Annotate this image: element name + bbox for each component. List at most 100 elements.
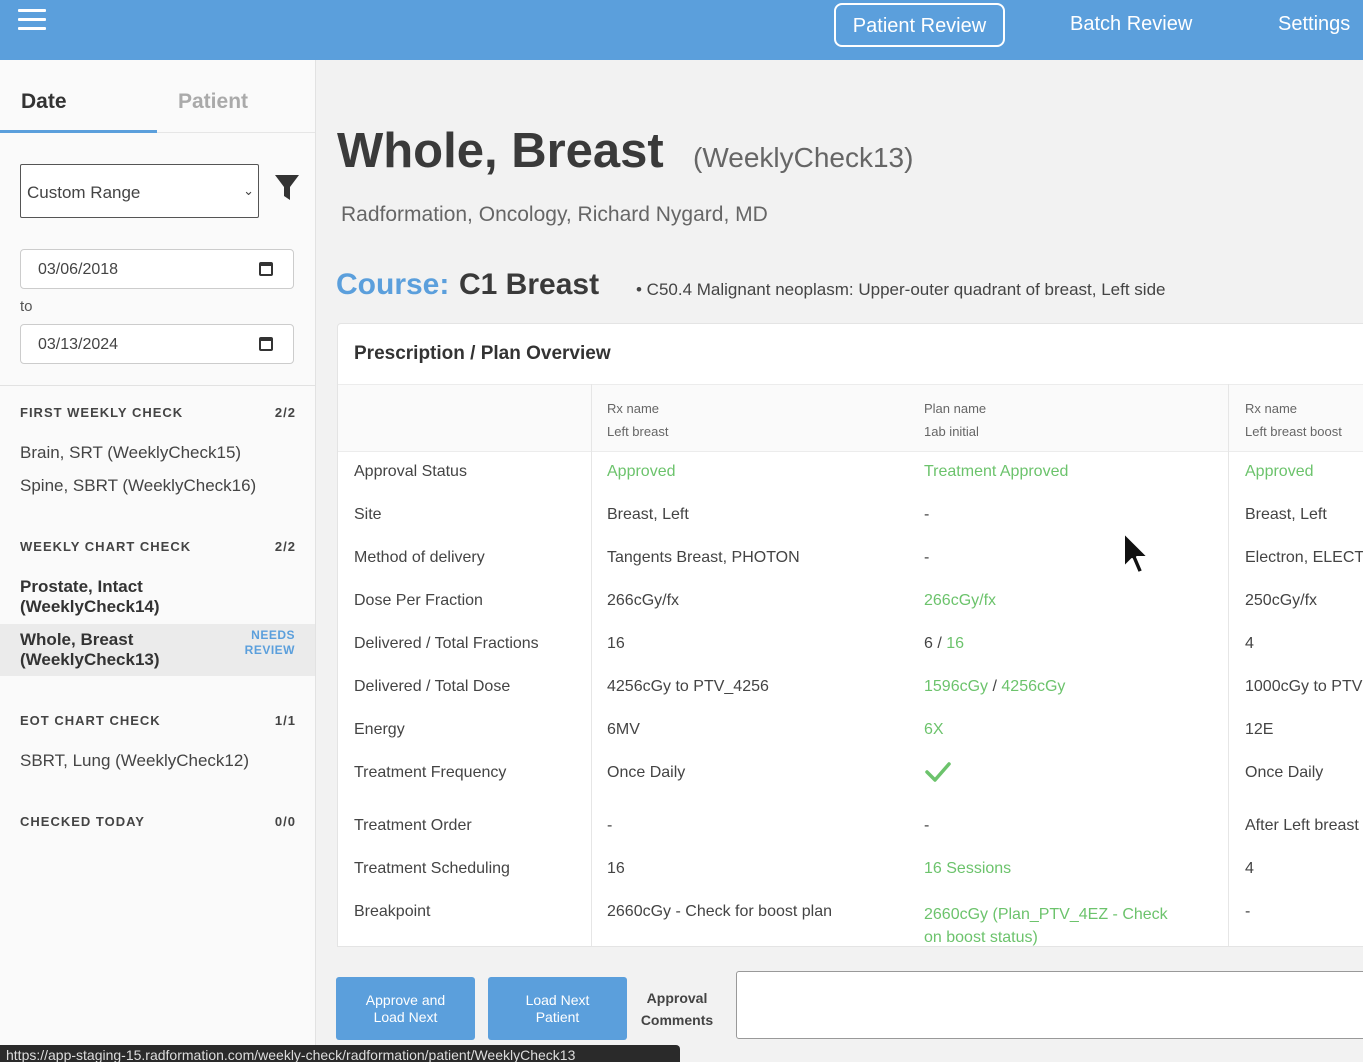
active-tab-indicator xyxy=(0,130,157,133)
table-cell: Approved xyxy=(607,463,676,480)
table-cell: - xyxy=(924,506,930,523)
needs-review-badge: NEEDS REVIEW xyxy=(244,628,295,657)
card-title: Prescription / Plan Overview xyxy=(354,343,611,364)
course-name: C1 Breast xyxy=(459,268,600,301)
row-label: Treatment Order xyxy=(354,817,472,834)
list-item[interactable]: SBRT, Lung (WeeklyCheck12) xyxy=(20,751,249,771)
row-label: Dose Per Fraction xyxy=(354,592,483,609)
approve-and-load-next-button[interactable]: Approve and Load Next xyxy=(336,977,475,1040)
column-header-line: Left breast xyxy=(607,424,669,439)
cell-separator: / xyxy=(988,678,1002,695)
table-cell: 2660cGy - Check for boost plan xyxy=(607,903,833,920)
table-cell: 16 Sessions xyxy=(924,860,1012,877)
date-from-input[interactable]: 03/06/2018 xyxy=(20,249,294,289)
column-header-line: Rx name xyxy=(1245,401,1298,416)
range-select[interactable]: Custom Range ⌄ xyxy=(20,164,259,218)
column-divider xyxy=(1228,384,1229,946)
group-title: CHECKED TODAY xyxy=(20,814,145,829)
table-cell: 16 xyxy=(607,860,625,877)
cell-separator: / xyxy=(932,635,947,652)
table-cell: 250cGy/fx xyxy=(1245,592,1318,609)
row-label: Treatment Frequency xyxy=(354,764,507,781)
table-cell: Approved xyxy=(1245,463,1314,480)
row-label: Site xyxy=(354,506,382,523)
column-header: Rx name Left breast xyxy=(607,397,668,443)
table-cell: - xyxy=(607,817,613,834)
table-cell: 6MV xyxy=(607,721,640,738)
sidebar-tabs: Date Patient xyxy=(0,60,315,133)
load-next-patient-button[interactable]: Load Next Patient xyxy=(488,977,627,1040)
filter-icon[interactable] xyxy=(274,174,300,202)
table-cell: 12E xyxy=(1245,721,1274,738)
sidebar: Date Patient Custom Range ⌄ 03/06/2018 t… xyxy=(0,60,316,1062)
table-cell: 1596cGy / 4256cGy xyxy=(924,678,1065,696)
table-cell: Once Daily xyxy=(607,764,686,781)
table-cell: 1000cGy to PTV xyxy=(1245,678,1363,695)
date-to-input[interactable]: 03/13/2024 xyxy=(20,324,294,364)
group-header-checked-today: CHECKED TODAY 0/0 xyxy=(20,814,296,829)
column-header-line: Left breast boost xyxy=(1245,424,1342,439)
main-panel: Whole, Breast (WeeklyCheck13) Radformati… xyxy=(316,60,1363,1062)
calendar-icon[interactable] xyxy=(259,337,273,351)
cell-part: 1596cGy xyxy=(924,678,989,695)
column-header-line: 1ab initial xyxy=(924,424,979,439)
sidebar-divider xyxy=(0,385,315,386)
mouse-cursor-icon xyxy=(1123,532,1149,574)
row-label: Approval Status xyxy=(354,463,467,480)
row-label: Treatment Scheduling xyxy=(354,860,510,877)
to-label: to xyxy=(20,298,33,315)
column-header-line: Rx name xyxy=(607,401,660,416)
row-label: Delivered / Total Dose xyxy=(354,678,511,695)
status-url-bar: https://app-staging-15.radformation.com/… xyxy=(0,1045,680,1062)
calendar-icon[interactable] xyxy=(259,262,273,276)
page-title: Whole, Breast xyxy=(337,124,664,178)
table-cell: - xyxy=(1245,903,1251,920)
table-cell: Once Daily xyxy=(1245,764,1324,781)
table-cell: 6X xyxy=(924,721,944,738)
column-header: Rx name Left breast boost xyxy=(1245,397,1342,443)
organization-line: Radformation, Oncology, Richard Nygard, … xyxy=(341,203,768,226)
table-cell: 16 xyxy=(607,635,625,652)
group-title: WEEKLY CHART CHECK xyxy=(20,539,192,554)
date-to-value: 03/13/2024 xyxy=(38,336,119,353)
table-cell: Tangents Breast, PHOTON xyxy=(607,549,800,566)
page-subtitle: (WeeklyCheck13) xyxy=(693,142,914,173)
group-title: EOT CHART CHECK xyxy=(20,713,161,728)
group-count: 1/1 xyxy=(274,713,296,728)
nav-patient-review[interactable]: Patient Review xyxy=(834,3,1005,47)
table-cell: 2660cGy (Plan_PTV_4EZ - Check on boost s… xyxy=(924,906,1168,946)
menu-icon[interactable] xyxy=(18,9,48,35)
tab-patient[interactable]: Patient xyxy=(178,90,248,114)
group-count: 2/2 xyxy=(274,405,296,420)
list-item-selected[interactable]: Whole, Breast (WeeklyCheck13) xyxy=(20,630,160,670)
nav-batch-review[interactable]: Batch Review xyxy=(1070,3,1192,47)
row-label: Method of delivery xyxy=(354,549,485,566)
list-item[interactable]: Prostate, Intact (WeeklyCheck14) xyxy=(20,577,160,617)
cell-part: 6 xyxy=(924,635,933,652)
group-count: 0/0 xyxy=(274,814,296,829)
column-header-line: Plan name xyxy=(924,401,987,416)
table-cell: - xyxy=(924,817,930,834)
top-nav-bar: Patient Review Batch Review Settings xyxy=(0,0,1363,60)
table-cell: 4256cGy to PTV_4256 xyxy=(607,678,769,695)
tab-date[interactable]: Date xyxy=(21,90,67,114)
date-from-value: 03/06/2018 xyxy=(38,261,119,278)
table-cell: 4 xyxy=(1245,635,1254,652)
table-cell: 266cGy/fx xyxy=(607,592,680,609)
row-label: Energy xyxy=(354,721,405,738)
list-item[interactable]: Spine, SBRT (WeeklyCheck16) xyxy=(20,476,256,496)
table-cell: Breast, Left xyxy=(607,506,689,523)
nav-settings[interactable]: Settings xyxy=(1278,3,1350,47)
group-header-eot: EOT CHART CHECK 1/1 xyxy=(20,713,296,728)
table-header xyxy=(338,384,1363,452)
row-label: Breakpoint xyxy=(354,903,431,920)
table-cell: Treatment Approved xyxy=(924,463,1069,480)
list-item[interactable]: Brain, SRT (WeeklyCheck15) xyxy=(20,443,241,463)
cell-part: 4256cGy xyxy=(1001,678,1066,695)
group-count: 2/2 xyxy=(274,539,296,554)
group-title: FIRST WEEKLY CHECK xyxy=(20,405,184,420)
chevron-down-icon: ⌄ xyxy=(243,183,254,198)
table-cell: - xyxy=(924,549,930,566)
approval-comments-input[interactable] xyxy=(736,971,1363,1039)
row-label: Delivered / Total Fractions xyxy=(354,635,539,652)
